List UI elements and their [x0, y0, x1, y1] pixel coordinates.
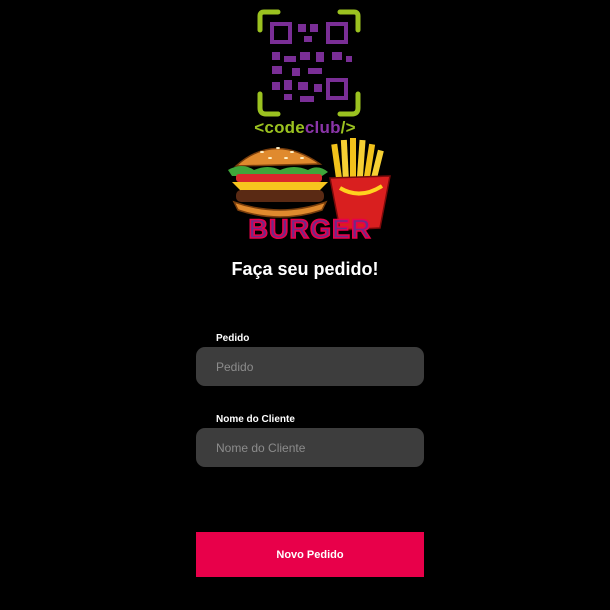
codeclub-wordmark: <codeclub/>: [0, 118, 610, 138]
burger-wordmark: BURGER: [248, 214, 371, 242]
customer-name-input[interactable]: [196, 428, 424, 467]
order-page: <codeclub/> BURGER Faça seu pedido! Pedi…: [0, 0, 610, 610]
wordmark-club: club: [304, 118, 341, 137]
qr-code-logo-icon: [257, 9, 361, 117]
burger-icon: [228, 147, 328, 218]
order-label: Pedido: [216, 333, 250, 344]
wordmark-code: code: [264, 118, 305, 137]
burger-fries-illustration: BURGER: [228, 138, 391, 242]
customer-name-label: Nome do Cliente: [216, 414, 295, 425]
brand-header: <codeclub/> BURGER: [0, 0, 610, 242]
wordmark-close: />: [340, 118, 356, 137]
new-order-button[interactable]: Novo Pedido: [196, 532, 424, 577]
order-input[interactable]: [196, 347, 424, 386]
wordmark-open: <: [254, 118, 265, 137]
page-title: Faça seu pedido!: [231, 259, 379, 279]
